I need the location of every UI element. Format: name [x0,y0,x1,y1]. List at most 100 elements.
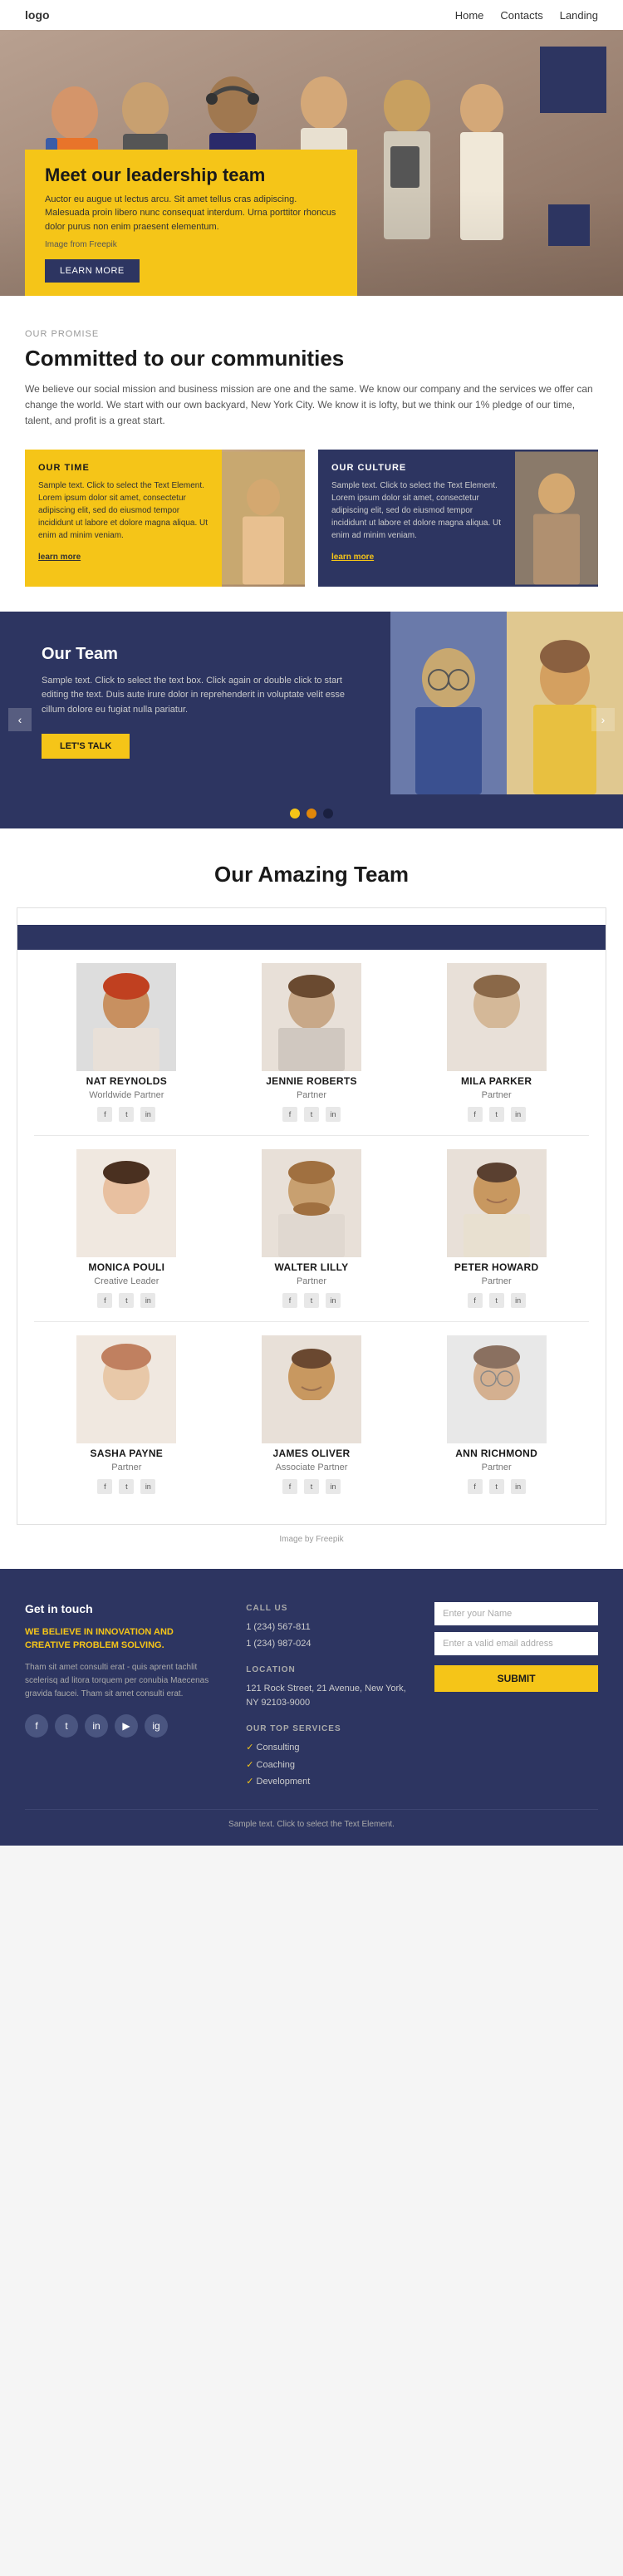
twitter-icon-4[interactable]: t [119,1293,134,1308]
twitter-icon-7[interactable]: t [119,1479,134,1494]
footer-address: 121 Rock Street, 21 Avenue, New York, NY… [246,1682,410,1711]
facebook-icon-2[interactable]: f [282,1107,297,1122]
member-name-3: MILA PARKER [414,1075,579,1087]
footer-email-input[interactable] [434,1632,598,1655]
slider-next-button[interactable]: › [591,708,615,731]
footer-twitter-icon[interactable]: t [55,1714,78,1738]
instagram-icon-8[interactable]: in [326,1479,341,1494]
footer-form-col: SUBMIT [434,1602,598,1792]
nav-home[interactable]: Home [455,9,484,22]
our-culture-card: OUR CULTURE Sample text. Click to select… [318,450,598,587]
facebook-icon-9[interactable]: f [468,1479,483,1494]
instagram-icon-4[interactable]: in [140,1293,155,1308]
footer-phone-1: 1 (234) 567-811 [246,1620,410,1635]
member-name-5: WALTER LILLY [229,1261,395,1273]
slider-dots [0,799,623,828]
footer-service-3: Development [246,1775,410,1790]
footer: Get in touch WE BELIEVE IN INNOVATION AN… [0,1569,623,1846]
twitter-icon-9[interactable]: t [489,1479,504,1494]
member-role-3: Partner [414,1090,579,1100]
twitter-icon-8[interactable]: t [304,1479,319,1494]
team-member-2: JENNIE ROBERTS Partner f t in [219,950,405,1136]
team-member-3: MILA PARKER Partner f t in [404,950,589,1136]
member-name-8: JAMES OLIVER [229,1448,395,1459]
member-name-1: NAT REYNOLDS [44,1075,209,1087]
member-photo-6 [414,1149,579,1261]
member-social-4: f t in [44,1293,209,1308]
footer-linkedin-icon[interactable]: in [85,1714,108,1738]
instagram-icon-5[interactable]: in [326,1293,341,1308]
hero-title: Meet our leadership team [45,165,337,186]
slider-prev-button[interactable]: ‹ [8,708,32,731]
our-culture-link[interactable]: learn more [331,553,374,562]
slider-inner: Our Team Sample text. Click to select th… [0,612,623,799]
team-member-1: NAT REYNOLDS Worldwide Partner f t in [34,950,219,1136]
our-time-image [222,450,305,587]
hero-image-credit: Image from Freepik [45,238,337,251]
lets-talk-button[interactable]: LET'S TALK [42,734,130,759]
facebook-icon-3[interactable]: f [468,1107,483,1122]
member-role-9: Partner [414,1463,579,1472]
team-slider-section: Our Team Sample text. Click to select th… [0,612,623,828]
navbar: logo Home Contacts Landing [0,0,623,30]
member-social-7: f t in [44,1479,209,1494]
dot-3[interactable] [323,809,333,819]
twitter-icon-2[interactable]: t [304,1107,319,1122]
footer-body-text: Tham sit amet consulti erat - quis apren… [25,1661,221,1701]
slider-description: Sample text. Click to select the text bo… [42,674,365,718]
facebook-icon[interactable]: f [97,1107,112,1122]
instagram-icon-7[interactable]: in [140,1479,155,1494]
facebook-icon-8[interactable]: f [282,1479,297,1494]
dot-1[interactable] [290,809,300,819]
instagram-icon-6[interactable]: in [511,1293,526,1308]
member-social-3: f t in [414,1107,579,1122]
footer-social: f t in ▶ ig [25,1714,221,1738]
footer-youtube-icon[interactable]: ▶ [115,1714,138,1738]
member-photo-2 [229,963,395,1075]
footer-tagline: WE BELIEVE IN INNOVATION AND CREATIVE PR… [25,1625,221,1653]
member-role-4: Creative Leader [44,1276,209,1286]
instagram-icon-9[interactable]: in [511,1479,526,1494]
facebook-icon-6[interactable]: f [468,1293,483,1308]
footer-instagram-icon[interactable]: ig [145,1714,168,1738]
twitter-icon-5[interactable]: t [304,1293,319,1308]
amazing-team-section: Our Amazing Team NAT REYNOLDS Worldwide … [0,828,623,1569]
our-time-link[interactable]: learn more [38,553,81,562]
member-photo-1 [44,963,209,1075]
footer-facebook-icon[interactable]: f [25,1714,48,1738]
instagram-icon-2[interactable]: in [326,1107,341,1122]
member-role-6: Partner [414,1276,579,1286]
footer-name-input[interactable] [434,1602,598,1625]
member-social-6: f t in [414,1293,579,1308]
footer-title: Get in touch [25,1602,221,1615]
facebook-icon-7[interactable]: f [97,1479,112,1494]
instagram-icon[interactable]: in [140,1107,155,1122]
hero-dark-accent-1 [540,47,606,113]
nav-landing[interactable]: Landing [560,9,598,22]
footer-location-heading: LOCATION [246,1664,410,1677]
hero-content: Meet our leadership team Auctor eu augue… [25,150,598,297]
facebook-icon-5[interactable]: f [282,1293,297,1308]
nav-contacts[interactable]: Contacts [500,9,542,22]
member-photo-8 [229,1335,395,1448]
learn-more-button[interactable]: LEARN MORE [45,259,140,283]
twitter-icon-3[interactable]: t [489,1107,504,1122]
team-grid-wrapper: NAT REYNOLDS Worldwide Partner f t in [17,907,606,1525]
member-name-6: PETER HOWARD [414,1261,579,1273]
member-social-8: f t in [229,1479,395,1494]
footer-submit-button[interactable]: SUBMIT [434,1665,598,1692]
hero-description: Auctor eu augue ut lectus arcu. Sit amet… [45,193,337,234]
instagram-icon-3[interactable]: in [511,1107,526,1122]
member-photo-4 [44,1149,209,1261]
facebook-icon-4[interactable]: f [97,1293,112,1308]
dot-2[interactable] [307,809,316,819]
our-culture-content: OUR CULTURE Sample text. Click to select… [318,450,515,587]
twitter-icon-6[interactable]: t [489,1293,504,1308]
footer-services-heading: OUR TOP SERVICES [246,1723,410,1736]
team-dark-bar [17,925,606,950]
twitter-icon[interactable]: t [119,1107,134,1122]
hero-section: Meet our leadership team Auctor eu augue… [0,30,623,296]
member-role-2: Partner [229,1090,395,1100]
team-image-credit: Image by Freepik [17,1535,606,1544]
member-social-9: f t in [414,1479,579,1494]
